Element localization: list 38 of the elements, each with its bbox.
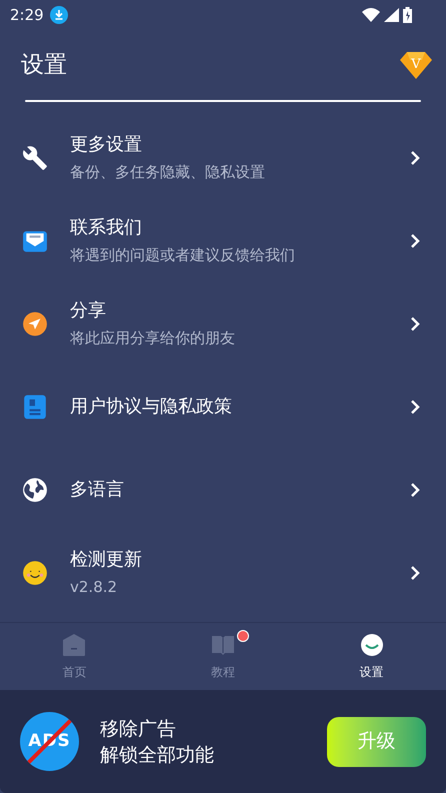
wrench-icon	[22, 144, 48, 170]
item-title: 更多设置	[70, 133, 143, 157]
item-title: 分享	[70, 299, 107, 323]
settings-item[interactable]: 更多设置 备份、多任务隐藏、隐私设置	[0, 116, 446, 199]
item-subtitle: 将遇到的问题或者建议反馈给我们	[70, 245, 296, 265]
smiley-icon	[22, 560, 48, 586]
item-subtitle: 备份、多任务隐藏、隐私设置	[70, 162, 266, 182]
page-title: 设置	[21, 50, 67, 80]
promo-subtitle: 解锁全部功能	[100, 742, 215, 768]
signal-icon	[384, 8, 399, 22]
document-icon	[22, 394, 48, 420]
item-title: 多语言	[70, 478, 125, 502]
smile-icon	[360, 632, 384, 656]
item-title: 检测更新	[70, 548, 143, 572]
home-icon	[62, 632, 86, 656]
chevron-right-icon	[410, 150, 420, 166]
settings-item[interactable]: 用户协议与隐私政策	[0, 365, 446, 448]
settings-item[interactable]: 检测更新 v2.8.2	[0, 531, 446, 614]
settings-item[interactable]: 分享 将此应用分享给你的朋友	[0, 282, 446, 365]
chevron-right-icon	[410, 232, 420, 248]
settings-item[interactable]: 联系我们 将遇到的问题或者建议反馈给我们	[0, 199, 446, 282]
status-time: 2:29	[10, 4, 44, 26]
wifi-icon	[362, 8, 380, 22]
item-subtitle: v2.8.2	[70, 577, 118, 597]
item-title: 用户协议与隐私政策	[70, 394, 233, 418]
chevron-right-icon	[410, 482, 420, 498]
globe-icon	[22, 476, 48, 502]
chevron-right-icon	[410, 564, 420, 580]
nav-tab[interactable]: 设置	[297, 623, 446, 690]
promo-title: 移除广告	[100, 716, 177, 742]
battery-icon	[403, 7, 412, 23]
item-subtitle: 将此应用分享给你的朋友	[70, 328, 236, 348]
chevron-right-icon	[410, 316, 420, 332]
send-icon	[22, 310, 48, 336]
settings-item[interactable]: 多语言	[0, 448, 446, 531]
download-icon	[50, 6, 68, 24]
chevron-right-icon	[410, 398, 420, 414]
item-title: 联系我们	[70, 216, 143, 240]
